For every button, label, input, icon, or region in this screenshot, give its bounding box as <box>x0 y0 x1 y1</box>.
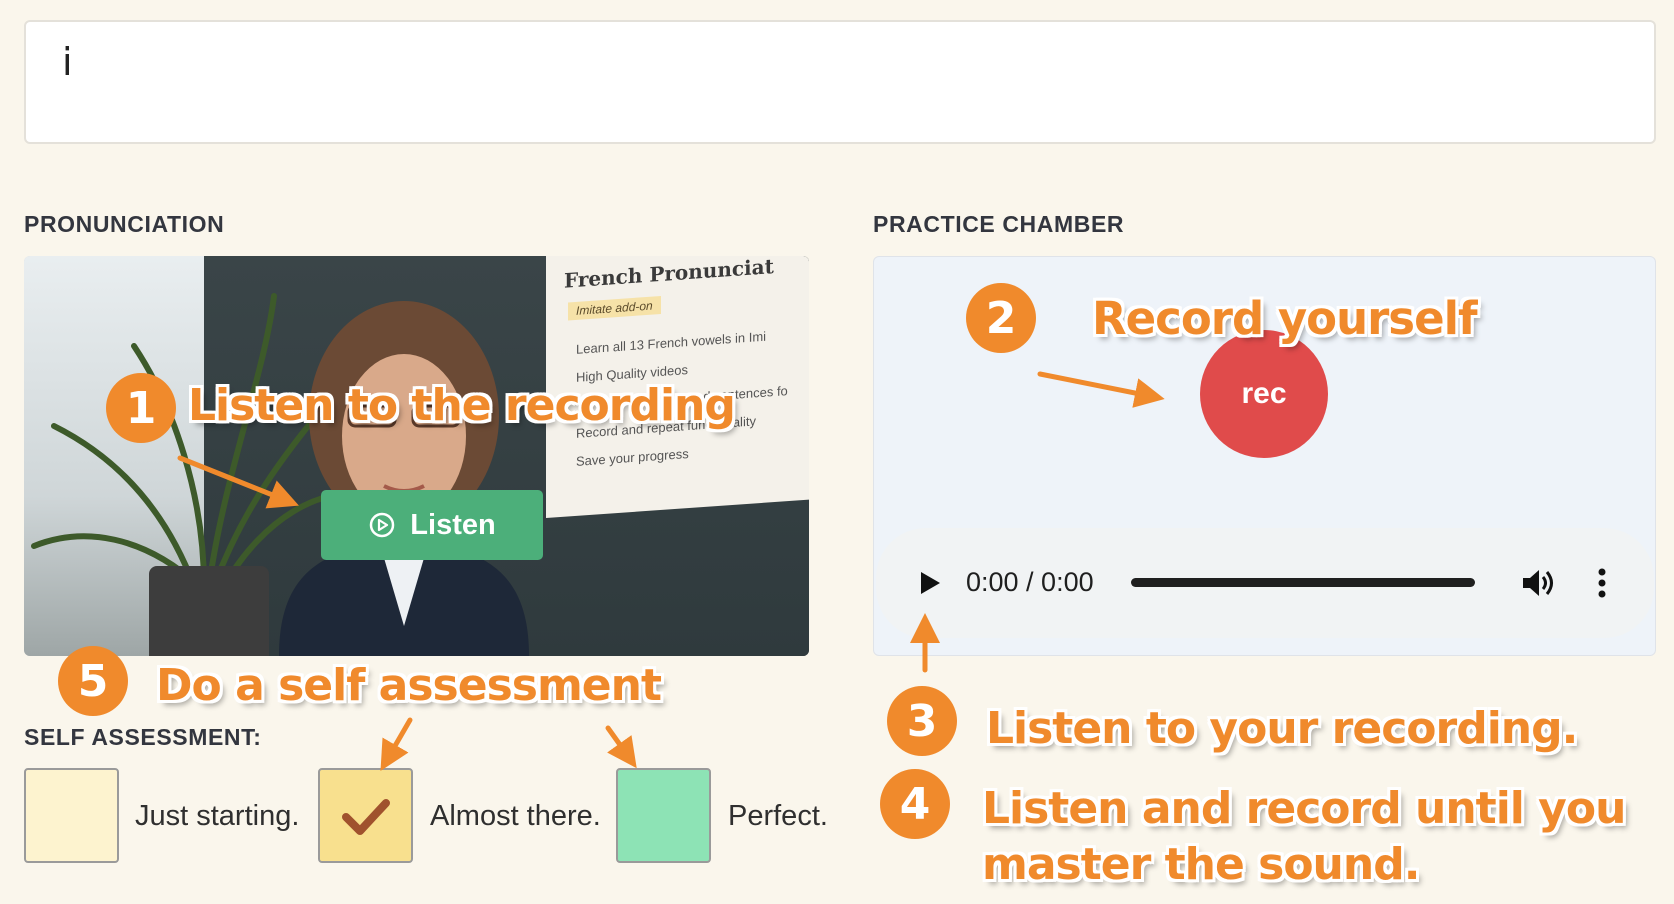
assessment-label-perfect: Perfect. <box>728 800 828 832</box>
step4-callout-line2: master the sound. <box>982 839 1420 890</box>
step5-badge: 5 <box>58 646 128 716</box>
listen-button-label: Listen <box>410 508 496 541</box>
self-assessment-title: SELF ASSESSMENT: <box>24 724 262 750</box>
audio-time: 0:00 / 0:00 <box>966 567 1094 597</box>
word-card <box>24 20 1656 144</box>
arrow-step5b <box>605 725 637 769</box>
assessment-option-almost-there[interactable] <box>318 768 413 863</box>
step1-callout: Listen to the recording <box>188 380 736 431</box>
step1-badge: 1 <box>106 373 176 443</box>
assessment-label-just-starting: Just starting. <box>135 800 300 832</box>
step2-callout: Record yourself <box>1092 292 1478 345</box>
step5-callout: Do a self assessment <box>156 660 662 711</box>
checkmark-icon <box>342 799 390 835</box>
pronunciation-video[interactable]: French Pronunciat Imitate add-on Learn a… <box>24 256 809 656</box>
assessment-label-almost-there: Almost there. <box>430 800 601 832</box>
step4-callout-line1: Listen and record until you <box>982 783 1626 834</box>
volume-icon[interactable] <box>1520 566 1556 600</box>
practice-chamber-title: PRACTICE CHAMBER <box>873 211 1125 237</box>
step3-badge: 3 <box>887 686 957 756</box>
audio-progress-bar[interactable] <box>1131 578 1475 587</box>
play-icon[interactable] <box>914 568 944 598</box>
listen-button[interactable]: Listen <box>321 490 543 560</box>
word-text: i <box>62 40 73 84</box>
pronunciation-title: PRONUNCIATION <box>24 211 225 237</box>
assessment-option-perfect[interactable] <box>616 768 711 863</box>
step4-badge: 4 <box>880 769 950 839</box>
record-button[interactable]: rec <box>1200 330 1328 458</box>
arrow-step5a <box>380 717 413 771</box>
assessment-option-just-starting[interactable] <box>24 768 119 863</box>
more-options-icon[interactable] <box>1594 566 1610 600</box>
step3-callout: Listen to your recording. <box>986 703 1578 754</box>
record-button-label: rec <box>1241 377 1287 410</box>
play-circle-icon <box>370 512 395 538</box>
step2-badge: 2 <box>966 283 1036 353</box>
presenter-illustration <box>279 301 529 656</box>
